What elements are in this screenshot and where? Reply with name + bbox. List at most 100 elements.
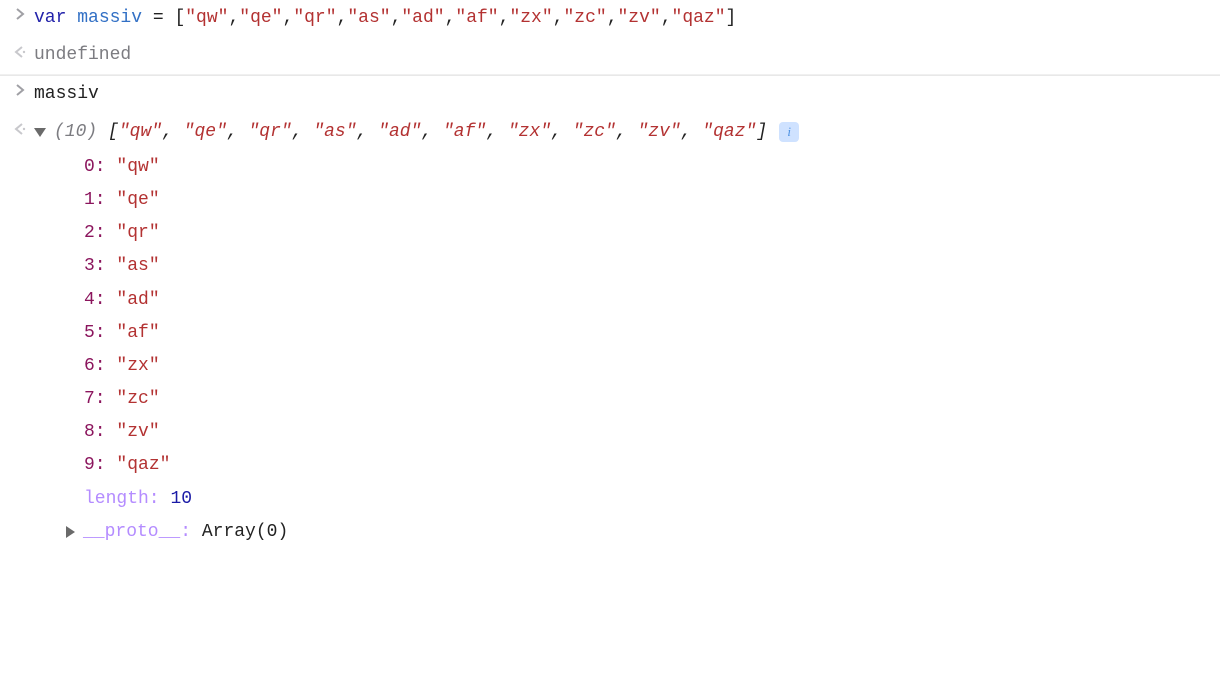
comma: , <box>357 122 379 142</box>
length-key: length: <box>84 489 160 509</box>
string-literal: "qaz" <box>702 122 756 142</box>
equals-sign: = <box>142 8 174 28</box>
string-literal: "qr" <box>293 8 336 28</box>
array-entry[interactable]: 6: "zx" <box>84 350 1210 383</box>
console-input-row-1: var massiv = ["qw","qe","qr","as","ad","… <box>0 0 1220 37</box>
string-literal: "af" <box>455 8 498 28</box>
string-literal: "qr" <box>249 122 292 142</box>
comma: , <box>499 8 510 28</box>
comma: , <box>162 122 184 142</box>
comma: , <box>391 8 402 28</box>
open-bracket: [ <box>108 122 119 142</box>
code-line-2[interactable]: massiv <box>34 82 1220 107</box>
entry-value: "qr" <box>116 223 159 243</box>
string-literal: "as" <box>347 8 390 28</box>
array-summary-line[interactable]: (10) ["qw", "qe", "qr", "as", "ad", "af"… <box>34 120 1210 145</box>
string-literal: "af" <box>443 122 486 142</box>
string-literal: "zx" <box>508 122 551 142</box>
entry-value: "zx" <box>116 356 159 376</box>
entry-value: "qaz" <box>116 455 170 475</box>
output-return-icon <box>6 43 34 59</box>
array-count: (10) <box>54 122 97 142</box>
array-entry[interactable]: 3: "as" <box>84 250 1210 283</box>
comma: , <box>681 122 703 142</box>
console-input-row-2: massiv <box>0 75 1220 113</box>
entry-index: 4: <box>84 290 106 310</box>
output-return-icon <box>6 120 34 136</box>
array-entry[interactable]: 5: "af" <box>84 317 1210 350</box>
comma: , <box>421 122 443 142</box>
entry-index: 2: <box>84 223 106 243</box>
open-bracket: [ <box>174 8 185 28</box>
string-literal: "qaz" <box>672 8 726 28</box>
entry-value: "as" <box>116 256 159 276</box>
entry-index: 5: <box>84 323 106 343</box>
array-entry[interactable]: 1: "qe" <box>84 184 1210 217</box>
proto-key: __proto__: <box>83 522 191 542</box>
array-entry[interactable]: 7: "zc" <box>84 383 1210 416</box>
keyword-var: var <box>34 8 66 28</box>
input-prompt-icon <box>6 6 34 20</box>
string-literal: "qe" <box>184 122 227 142</box>
entry-index: 6: <box>84 356 106 376</box>
close-bracket: ] <box>726 8 737 28</box>
string-literal: "zv" <box>637 122 680 142</box>
comma: , <box>551 122 573 142</box>
string-literal: "qw" <box>119 122 162 142</box>
close-bracket: ] <box>756 122 767 142</box>
comma: , <box>283 8 294 28</box>
comma: , <box>661 8 672 28</box>
comma: , <box>553 8 564 28</box>
input-prompt-icon <box>6 82 34 96</box>
entry-value: "ad" <box>116 290 159 310</box>
comma: , <box>228 8 239 28</box>
array-entry[interactable]: 8: "zv" <box>84 416 1210 449</box>
array-entry[interactable]: 0: "qw" <box>84 151 1210 184</box>
comma: , <box>445 8 456 28</box>
array-preview: (10) ["qw", "qe", "qr", "as", "ad", "af"… <box>54 120 767 145</box>
expand-toggle-icon[interactable] <box>34 128 46 137</box>
entry-value: "qe" <box>116 190 159 210</box>
comma: , <box>616 122 638 142</box>
string-literal: "ad" <box>401 8 444 28</box>
entry-index: 3: <box>84 256 106 276</box>
comma: , <box>486 122 508 142</box>
entry-index: 9: <box>84 455 106 475</box>
array-output-content: (10) ["qw", "qe", "qr", "as", "ad", "af"… <box>34 120 1220 549</box>
length-property[interactable]: length: 10 <box>84 483 1210 516</box>
proto-property[interactable]: __proto__: Array(0) <box>66 516 1210 549</box>
code-line-1[interactable]: var massiv = ["qw","qe","qr","as","ad","… <box>34 6 1220 31</box>
console-output-row-undefined: undefined <box>0 37 1220 75</box>
comma: , <box>227 122 249 142</box>
entry-value: "qw" <box>116 157 159 177</box>
string-literal: "zx" <box>509 8 552 28</box>
string-literal: "qw" <box>185 8 228 28</box>
string-literal: "zc" <box>573 122 616 142</box>
array-entries: 0: "qw"1: "qe"2: "qr"3: "as"4: "ad"5: "a… <box>34 145 1210 549</box>
string-literal: "zv" <box>618 8 661 28</box>
array-entry[interactable]: 9: "qaz" <box>84 449 1210 482</box>
string-literal: "zc" <box>563 8 606 28</box>
entry-value: "zc" <box>116 389 159 409</box>
info-icon[interactable]: i <box>779 122 799 142</box>
entry-value: "af" <box>116 323 159 343</box>
entry-value: "zv" <box>116 422 159 442</box>
array-entry[interactable]: 2: "qr" <box>84 217 1210 250</box>
array-literal-items: "qw","qe","qr","as","ad","af","zx","zc",… <box>185 8 725 28</box>
entry-index: 1: <box>84 190 106 210</box>
comma: , <box>292 122 314 142</box>
console-output-row-array: (10) ["qw", "qe", "qr", "as", "ad", "af"… <box>0 114 1220 555</box>
variable-name: massiv <box>77 8 142 28</box>
comma: , <box>607 8 618 28</box>
string-literal: "as" <box>313 122 356 142</box>
comma: , <box>337 8 348 28</box>
array-preview-items: "qw", "qe", "qr", "as", "ad", "af", "zx"… <box>119 122 756 142</box>
entry-index: 7: <box>84 389 106 409</box>
entry-index: 0: <box>84 157 106 177</box>
undefined-value[interactable]: undefined <box>34 43 1220 68</box>
string-literal: "ad" <box>378 122 421 142</box>
string-literal: "qe" <box>239 8 282 28</box>
entry-index: 8: <box>84 422 106 442</box>
array-entry[interactable]: 4: "ad" <box>84 284 1210 317</box>
expand-toggle-icon[interactable] <box>66 526 75 538</box>
